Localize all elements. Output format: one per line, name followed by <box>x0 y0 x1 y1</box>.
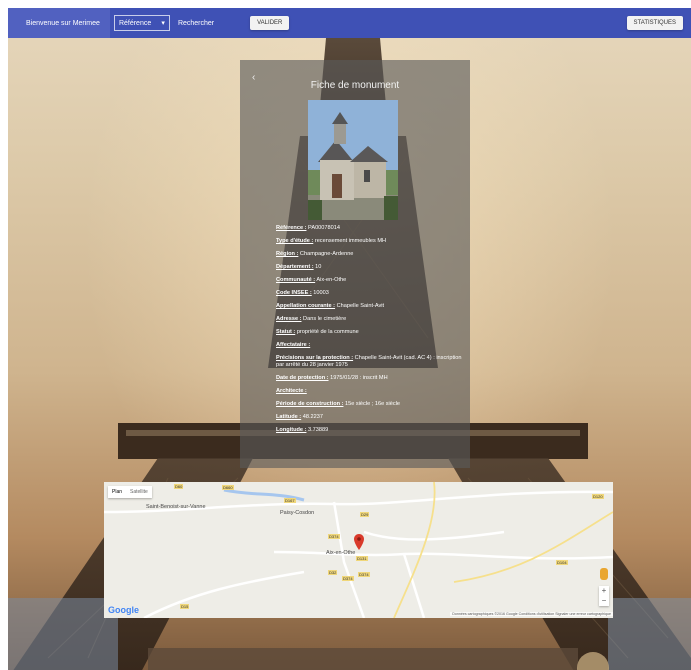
google-map[interactable]: Plan Satellite Saint-Benoist-sur-Vanne P… <box>104 482 613 618</box>
card-title: Fiche de monument <box>310 80 400 91</box>
field-region: Région : Champagne-Ardenne <box>276 251 354 257</box>
field-affectataire: Affectataire : <box>276 342 311 348</box>
map-roads <box>104 482 613 618</box>
field-date-protection: Date de protection : 1975/01/28 : inscri… <box>276 375 388 381</box>
road-badge: D167 <box>284 498 296 503</box>
page-background: Bienvenue sur Merimee Référence ▾ Recher… <box>8 8 691 670</box>
field-periode-construction: Période de construction : 15e siècle ; 1… <box>276 401 401 407</box>
map-marker-icon[interactable] <box>354 534 364 550</box>
field-adresse: Adresse : Dans le cimetière <box>276 316 347 322</box>
search-type-select[interactable]: Référence ▾ <box>113 15 170 31</box>
field-reference: Référence : PA00078014 <box>276 225 340 231</box>
road-badge: D374 <box>342 576 354 581</box>
map-place-saint-benoist: Saint-Benoist-sur-Vanne <box>146 504 206 510</box>
map-tab-satellite[interactable]: Satellite <box>126 486 152 498</box>
zoom-out-button[interactable]: − <box>599 596 609 606</box>
top-navbar: Bienvenue sur Merimee Référence ▾ Recher… <box>8 8 691 38</box>
monument-fields: Référence : PA00078014 Type d'étude : re… <box>276 225 466 440</box>
road-badge: D32 <box>328 570 338 575</box>
road-badge: D29 <box>360 512 370 517</box>
monument-card: ‹ Fiche de monument Référence : PA000780… <box>240 60 470 468</box>
road-badge: D374 <box>358 572 370 577</box>
road-badge: D15 <box>180 604 190 609</box>
field-longitude: Longitude : 3.73889 <box>276 427 329 433</box>
map-place-paisy: Paisy-Cosdon <box>280 510 315 516</box>
field-latitude: Latitude : 48.2237 <box>276 414 323 420</box>
search-type-value: Référence <box>118 19 152 27</box>
road-badge: D131 <box>356 556 368 561</box>
field-departement: Département : 10 <box>276 264 322 270</box>
street-view-pegman-icon[interactable] <box>600 568 608 580</box>
search-label: Rechercher <box>177 19 215 27</box>
map-tab-plan[interactable]: Plan <box>108 486 126 498</box>
field-type-etude: Type d'étude : recensement immeubles MH <box>276 238 387 244</box>
field-code-insee: Code INSEE : 10003 <box>276 290 329 296</box>
zoom-in-button[interactable]: + <box>599 586 609 596</box>
dropdown-arrow-icon: ▾ <box>161 20 165 27</box>
field-statut: Statut : propriété de la commune <box>276 329 359 335</box>
monument-photo <box>308 100 398 220</box>
road-badge: D60 <box>174 484 184 489</box>
map-zoom-control: + − <box>599 586 609 606</box>
road-badge: D120 <box>592 494 604 499</box>
field-precisions-protection: Précisions sur la protection : Chapelle … <box>276 355 462 368</box>
road-badge: D660 <box>222 485 234 490</box>
map-type-tabs: Plan Satellite <box>108 486 152 498</box>
field-architecte: Architecte : <box>276 388 307 394</box>
map-attribution[interactable]: Données cartographiques ©2016 Google Con… <box>450 612 613 616</box>
road-badge: D374 <box>328 534 340 539</box>
road-badge: D104 <box>556 560 568 565</box>
map-place-aix: Aix-en-Othe <box>326 550 356 556</box>
valider-button[interactable]: VALIDER <box>250 16 290 30</box>
brand-link[interactable]: Bienvenue sur Merimee <box>8 8 110 38</box>
google-logo: Google <box>108 605 139 615</box>
field-communaute: Communauté : Aix-en-Othe <box>276 277 347 283</box>
field-appellation: Appellation courante : Chapelle Saint-Av… <box>276 303 385 309</box>
statistiques-button[interactable]: STATISTIQUES <box>626 16 683 30</box>
